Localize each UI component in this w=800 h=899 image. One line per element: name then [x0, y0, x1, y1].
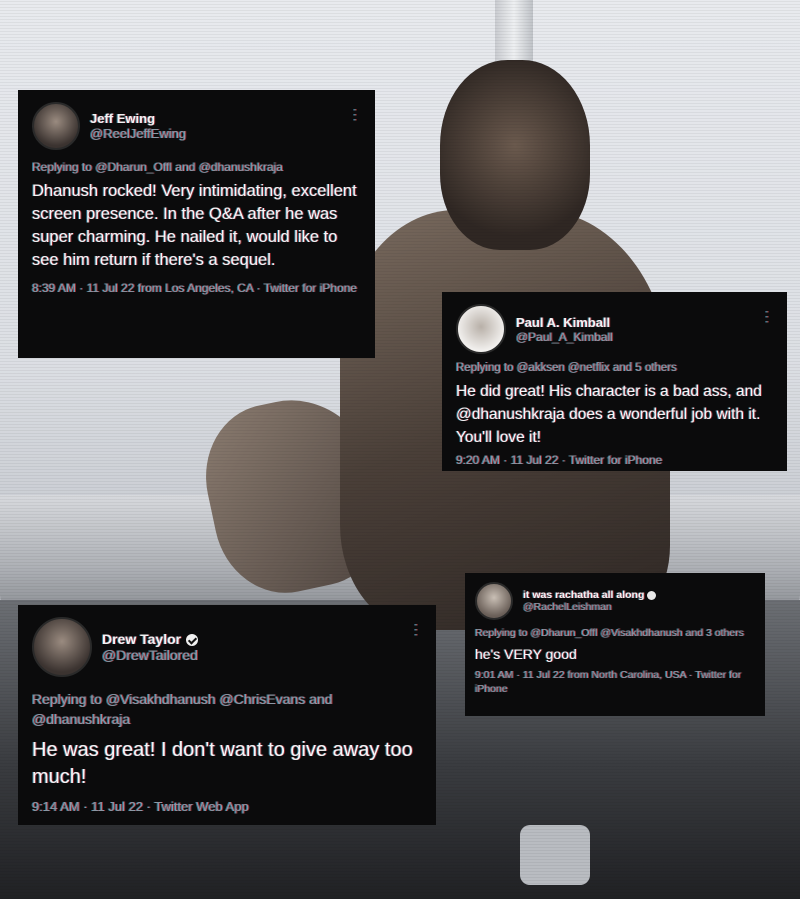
tweet-text: He did great! His character is a bad ass… — [456, 383, 762, 446]
tweet-header: Paul A. Kimball @Paul_A_Kimball ⋮ — [456, 304, 774, 354]
replying-to-label: Replying to — [32, 691, 103, 707]
replying-to-users[interactable]: @Dharun_Offl and @dhanushkraja — [95, 160, 283, 174]
tweet-meta: 9:14 AM · 11 Jul 22 · Twitter Web App — [32, 799, 249, 814]
display-name[interactable]: it was rachatha all along — [523, 589, 657, 601]
tweet-source[interactable]: Twitter for iPhone — [569, 453, 662, 467]
user-handle[interactable]: @Paul_A_Kimball — [516, 330, 613, 344]
tweet-card-drew-taylor[interactable]: Drew Taylor @DrewTailored ⋮ Replying to … — [18, 605, 436, 825]
tweet-header: Drew Taylor @DrewTailored ⋮ — [32, 617, 423, 677]
tweet-header: it was rachatha all along @RachelLeishma… — [475, 582, 755, 620]
emoji-icon — [647, 590, 657, 600]
tweet-location: from North Carolina, USA — [567, 669, 687, 681]
tweet-header: Jeff Ewing @ReelJeffEwing ⋮ — [32, 102, 362, 150]
display-name[interactable]: Paul A. Kimball — [516, 315, 613, 330]
tweet-time[interactable]: 8:39 AM — [32, 281, 76, 295]
avatar[interactable] — [32, 102, 80, 150]
user-names: Drew Taylor @DrewTailored — [102, 631, 199, 663]
user-handle[interactable]: @RachelLeishman — [523, 601, 656, 613]
more-dots-icon[interactable]: ⋮ — [348, 106, 362, 123]
replying-to: Replying to @Dharun_Offl and @dhanushkra… — [32, 160, 361, 174]
user-names: Jeff Ewing @ReelJeffEwing — [90, 111, 186, 141]
display-name-text: it was rachatha all along — [523, 589, 645, 601]
tweet-meta: 8:39 AM · 11 Jul 22 from Los Angeles, CA… — [32, 281, 358, 295]
display-name[interactable]: Jeff Ewing — [90, 111, 186, 126]
avatar[interactable] — [32, 617, 92, 677]
tweet-meta: 9:01 AM · 11 Jul 22 from North Carolina,… — [475, 669, 742, 695]
tweet-text: he's VERY good — [475, 646, 577, 662]
tweet-source[interactable]: Twitter Web App — [154, 799, 248, 814]
tweet-meta: 9:20 AM · 11 Jul 22 · Twitter for iPhone — [456, 453, 663, 467]
more-dots-icon[interactable]: ⋮ — [760, 308, 774, 325]
user-names: it was rachatha all along @RachelLeishma… — [523, 589, 657, 613]
user-handle[interactable]: @ReelJeffEwing — [90, 126, 186, 141]
tweet-text: He was great! I don't want to give away … — [32, 739, 413, 788]
replying-to: Replying to @akksen @netflix and 5 other… — [456, 362, 773, 374]
tweet-card-jeff-ewing[interactable]: Jeff Ewing @ReelJeffEwing ⋮ Replying to … — [18, 90, 375, 358]
tweet-card-rachel-leishman[interactable]: it was rachatha all along @RachelLeishma… — [465, 573, 765, 716]
tweet-source[interactable]: Twitter for iPhone — [264, 281, 357, 295]
replying-to: Replying to @Dharun_Offl @Visakhdhanush … — [475, 626, 755, 640]
avatar[interactable] — [475, 582, 513, 620]
display-name[interactable]: Drew Taylor — [102, 631, 199, 647]
replying-to-users[interactable]: @Dharun_Offl @Visakhdhanush and 3 others — [530, 627, 744, 639]
more-dots-icon[interactable]: ⋮ — [409, 621, 423, 638]
tweet-date[interactable]: 11 Jul 22 — [523, 669, 565, 681]
tweet-text: Dhanush rocked! Very intimidating, excel… — [32, 182, 357, 269]
verified-badge-icon — [186, 634, 199, 647]
tweet-time[interactable]: 9:20 AM — [456, 453, 500, 467]
tweet-time[interactable]: 9:14 AM — [32, 799, 80, 814]
user-names: Paul A. Kimball @Paul_A_Kimball — [516, 315, 613, 344]
replying-to-label: Replying to — [456, 362, 514, 374]
tweet-location: from Los Angeles, CA — [137, 281, 254, 295]
avatar[interactable] — [456, 304, 506, 354]
tweet-date[interactable]: 11 Jul 22 — [91, 799, 143, 814]
tweet-date[interactable]: 11 Jul 22 — [511, 453, 559, 467]
tweet-date[interactable]: 11 Jul 22 — [87, 281, 135, 295]
user-handle[interactable]: @DrewTailored — [102, 647, 198, 663]
display-name-text: Drew Taylor — [102, 631, 182, 647]
replying-to: Replying to @Visakhdhanush @ChrisEvans a… — [32, 689, 422, 729]
replying-to-users[interactable]: @akksen @netflix and 5 others — [517, 362, 677, 374]
replying-to-label: Replying to — [32, 160, 93, 174]
replying-to-label: Replying to — [475, 627, 528, 639]
tweet-time[interactable]: 9:01 AM — [475, 669, 514, 681]
tweet-card-paul-kimball[interactable]: Paul A. Kimball @Paul_A_Kimball ⋮ Replyi… — [442, 292, 787, 471]
